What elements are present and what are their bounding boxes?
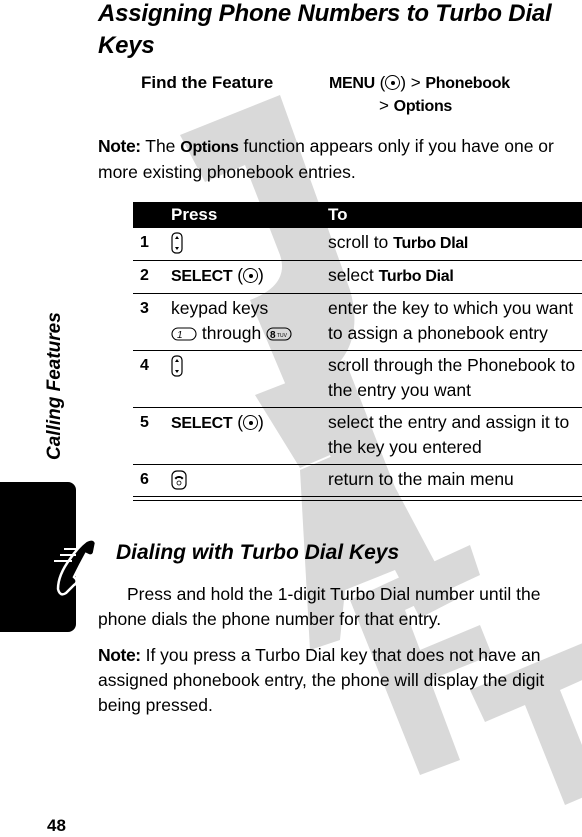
path-item-options: Options	[393, 98, 453, 115]
find-feature-path: MENU () > Phonebook	[329, 73, 510, 92]
end-key-icon	[171, 470, 187, 490]
select-key-label: SELECT	[171, 415, 233, 432]
svg-text:8: 8	[270, 330, 276, 341]
table-header: Press To	[133, 202, 582, 228]
page-number: 48	[47, 816, 66, 835]
nav-scroll-key-icon	[171, 355, 183, 377]
press-cell	[171, 353, 326, 378]
table-row: 4 scroll through the Phonebook to the en…	[133, 351, 582, 408]
turbo-dial-term: Turbo Dial	[378, 268, 454, 285]
menu-key-label: MENU	[329, 75, 375, 92]
press-cell: SELECT ()	[171, 412, 264, 432]
table-row: 1 scroll to Turbo Dlal	[133, 228, 582, 261]
dialing-paragraph: Press and hold the 1-digit Turbo Dial nu…	[98, 584, 541, 629]
step-number: 3	[140, 300, 149, 317]
section-side-label: Calling Features	[44, 312, 65, 460]
to-cell: enter the key to which you want to assig…	[328, 298, 574, 343]
keypad-key-8-icon: 8 TUV	[266, 327, 292, 341]
to-cell: select Turbo Dial	[328, 265, 454, 285]
to-cell: select the entry and assign it to the ke…	[328, 412, 570, 457]
section-title-dialing: Dialing with Turbo Dial Keys	[116, 541, 400, 564]
section-title-assigning: Assigning Phone Numbers to Turbo Dial Ke…	[98, 0, 552, 59]
path-separator: >	[379, 96, 389, 115]
keypad-key-1-icon: 1	[171, 327, 197, 341]
step-number: 4	[140, 357, 149, 374]
to-cell: scroll to Turbo Dlal	[328, 232, 469, 252]
press-cell: SELECT ()	[171, 265, 264, 285]
table-row: 2 SELECT () select Turbo Dial	[133, 261, 582, 294]
note-label: Note:	[98, 645, 141, 665]
svg-text:1: 1	[177, 330, 183, 341]
phone-handset-icon	[54, 538, 98, 596]
press-cell	[171, 230, 326, 255]
table-end-rule	[133, 497, 582, 501]
step-number: 2	[140, 267, 149, 284]
table-row: 3 keypad keys 1 through 8 TUV enter the k…	[133, 294, 582, 351]
note-options: Note: The Options function appears only …	[98, 136, 554, 182]
nav-scroll-key-icon	[171, 232, 183, 254]
turbo-dial-term: Turbo Dlal	[393, 235, 469, 252]
to-cell: return to the main menu	[328, 469, 514, 489]
header-press: Press	[171, 205, 218, 224]
table-row: 5 SELECT () select the entry and assign …	[133, 408, 582, 465]
header-to: To	[328, 205, 348, 224]
path-item-phonebook: Phonebook	[425, 75, 510, 92]
step-number: 5	[140, 414, 149, 431]
options-term: Options	[180, 139, 239, 156]
press-cell: keypad keys 1 through 8 TUV	[171, 296, 326, 346]
step-number: 6	[140, 471, 149, 488]
find-feature-label: Find the Feature	[141, 73, 274, 92]
center-select-key-icon	[243, 415, 259, 430]
note-label: Note:	[98, 136, 141, 156]
svg-text:TUV: TUV	[277, 333, 288, 339]
steps-table: Press To 1 scroll to Turbo Dlal 2 SELECT…	[133, 202, 582, 501]
table-row: 6 return to the main menu	[133, 465, 582, 497]
center-select-key-icon	[243, 268, 259, 283]
step-number: 1	[140, 234, 149, 251]
to-cell: scroll through the Phonebook to the entr…	[328, 355, 576, 400]
path-separator: >	[410, 73, 421, 92]
center-select-key-icon	[385, 75, 401, 90]
note-unassigned-key: Note: If you press a Turbo Dial key that…	[98, 645, 545, 715]
select-key-label: SELECT	[171, 268, 233, 285]
press-cell	[171, 467, 326, 492]
